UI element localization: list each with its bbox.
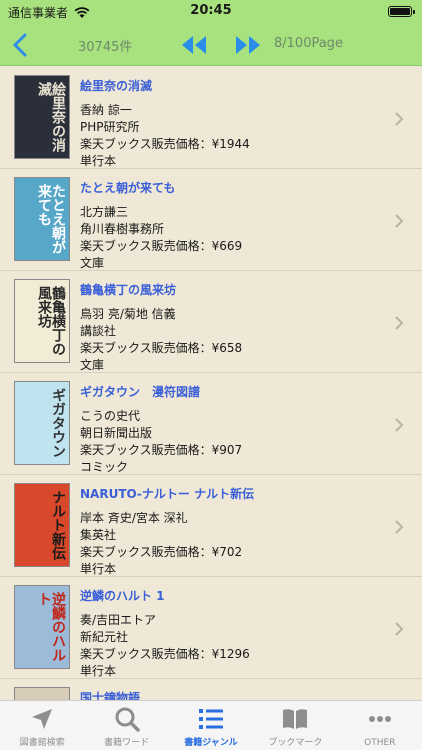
location-arrow-icon bbox=[32, 709, 53, 729]
book-cover: 鶴亀横丁の風来坊 bbox=[14, 279, 70, 363]
page-indicator: 8/100Page bbox=[274, 36, 343, 51]
book-title[interactable]: 鶴亀横丁の風来坊 bbox=[80, 281, 176, 298]
book-title[interactable]: 国士鐘物語 bbox=[80, 689, 140, 700]
book-author: 岸本 斉史/宮本 深礼 bbox=[80, 511, 188, 525]
book-author: 香納 諒一 bbox=[80, 103, 132, 117]
book-price: 楽天ブックス販売価格：¥669 bbox=[80, 239, 243, 253]
tab-book-genre[interactable]: 書籍ジャンル bbox=[169, 701, 253, 750]
status-bar: 通信事業者 20:45 bbox=[0, 0, 422, 24]
book-price: 楽天ブックス販売価格：¥1944 bbox=[80, 137, 250, 151]
chevron-right-icon bbox=[395, 520, 404, 534]
book-format: 文庫 bbox=[80, 256, 105, 270]
chevron-right-icon bbox=[395, 316, 404, 330]
tab-label: ブックマーク bbox=[268, 738, 323, 748]
battery-icon bbox=[388, 6, 415, 17]
back-chevron-icon[interactable] bbox=[8, 32, 34, 58]
tab-bookmark[interactable]: ブックマーク bbox=[253, 701, 337, 750]
tab-library-search[interactable]: 図書館検索 bbox=[0, 701, 84, 750]
book-cover: 絵里奈の消滅 bbox=[14, 75, 70, 159]
result-count: 30745件 bbox=[78, 40, 133, 55]
cover-title-text: 逆鱗のハルト bbox=[36, 592, 66, 662]
chevron-right-icon bbox=[395, 112, 404, 126]
book-format: 単行本 bbox=[80, 562, 117, 576]
chevron-right-icon bbox=[395, 418, 404, 432]
tab-label: OTHER bbox=[364, 738, 396, 748]
cover-title-text: 絵里奈の消滅 bbox=[36, 82, 66, 152]
book-publisher: 新紀元社 bbox=[80, 630, 129, 644]
book-publisher: 講談社 bbox=[80, 324, 117, 338]
chevron-right-icon bbox=[395, 622, 404, 636]
book-title[interactable]: たとえ朝が来ても bbox=[80, 179, 175, 196]
book-format: 単行本 bbox=[80, 154, 117, 168]
search-icon bbox=[115, 707, 140, 732]
book-format: 文庫 bbox=[80, 358, 105, 372]
clock: 20:45 bbox=[190, 3, 232, 18]
tab-label: 図書館検索 bbox=[19, 738, 65, 748]
book-author: 鳥羽 亮/菊地 信義 bbox=[80, 307, 176, 321]
list-icon bbox=[199, 709, 224, 729]
cover-title-text: 鶴亀横丁の風来坊 bbox=[36, 286, 66, 356]
book-publisher: PHP研究所 bbox=[80, 120, 140, 134]
book-cover: ギガタウン bbox=[14, 381, 70, 465]
nav-bar: 30745件 8/100Page bbox=[0, 24, 422, 66]
book-row[interactable]: たとえ朝が来ても たとえ朝が来ても 北方謙三 角川春樹事務所 楽天ブックス販売価… bbox=[0, 169, 422, 271]
book-cover: たとえ朝が来ても bbox=[14, 177, 70, 261]
book-author: 北方謙三 bbox=[80, 205, 129, 219]
previous-page-icon[interactable] bbox=[180, 34, 208, 56]
book-row[interactable]: 逆鱗のハルト 逆鱗のハルト 1 奏/吉田エトア 新紀元社 楽天ブックス販売価格：… bbox=[0, 577, 422, 679]
tab-label: 書籍ジャンル bbox=[184, 738, 238, 748]
book-title[interactable]: ギガタウン 漫符図譜 bbox=[80, 383, 200, 400]
book-row[interactable]: 鶴亀横丁の風来坊 鶴亀横丁の風来坊 鳥羽 亮/菊地 信義 講談社 楽天ブックス販… bbox=[0, 271, 422, 373]
book-row[interactable]: 国士鐘物語 bbox=[0, 679, 422, 700]
book-cover: 逆鱗のハルト bbox=[14, 585, 70, 669]
book-publisher: 角川春樹事務所 bbox=[80, 222, 165, 236]
tab-other[interactable]: OTHER bbox=[338, 701, 422, 750]
chevron-right-icon bbox=[395, 214, 404, 228]
book-row[interactable]: 絵里奈の消滅 絵里奈の消滅 香納 諒一 PHP研究所 楽天ブックス販売価格：¥1… bbox=[0, 67, 422, 169]
tab-bar: 図書館検索 書籍ワード 書籍ジャンル ブックマーク OTHER bbox=[0, 700, 422, 750]
book-cover bbox=[14, 687, 70, 700]
book-publisher: 集英社 bbox=[80, 528, 117, 542]
book-format: 単行本 bbox=[80, 664, 117, 678]
tab-label: 書籍ワード bbox=[104, 738, 150, 748]
next-page-icon[interactable] bbox=[234, 34, 262, 56]
book-publisher: 朝日新聞出版 bbox=[80, 426, 153, 440]
book-price: 楽天ブックス販売価格：¥658 bbox=[80, 341, 243, 355]
more-icon bbox=[368, 716, 391, 722]
book-icon bbox=[283, 709, 308, 729]
book-author: 奏/吉田エトア bbox=[80, 613, 157, 627]
book-title[interactable]: 逆鱗のハルト 1 bbox=[80, 587, 165, 604]
book-price: 楽天ブックス販売価格：¥907 bbox=[80, 443, 243, 457]
cover-title-text: たとえ朝が来ても bbox=[36, 184, 66, 254]
book-row[interactable]: ナルト新伝 NARUTO-ナルトー ナルト新伝 岸本 斉史/宮本 深礼 集英社 … bbox=[0, 475, 422, 577]
book-price: 楽天ブックス販売価格：¥702 bbox=[80, 545, 243, 559]
tab-book-word[interactable]: 書籍ワード bbox=[84, 701, 168, 750]
book-title[interactable]: 絵里奈の消滅 bbox=[80, 77, 152, 94]
book-title[interactable]: NARUTO-ナルトー ナルト新伝 bbox=[80, 485, 254, 502]
cover-title-text: ギガタウン bbox=[50, 388, 66, 458]
cover-title-text: ナルト新伝 bbox=[50, 490, 66, 560]
book-format: コミック bbox=[80, 460, 129, 474]
book-cover: ナルト新伝 bbox=[14, 483, 70, 567]
book-author: こうの史代 bbox=[80, 409, 141, 423]
book-list: 絵里奈の消滅 絵里奈の消滅 香納 諒一 PHP研究所 楽天ブックス販売価格：¥1… bbox=[0, 67, 422, 700]
book-price: 楽天ブックス販売価格：¥1296 bbox=[80, 647, 250, 661]
book-row[interactable]: ギガタウン ギガタウン 漫符図譜 こうの史代 朝日新聞出版 楽天ブックス販売価格… bbox=[0, 373, 422, 475]
